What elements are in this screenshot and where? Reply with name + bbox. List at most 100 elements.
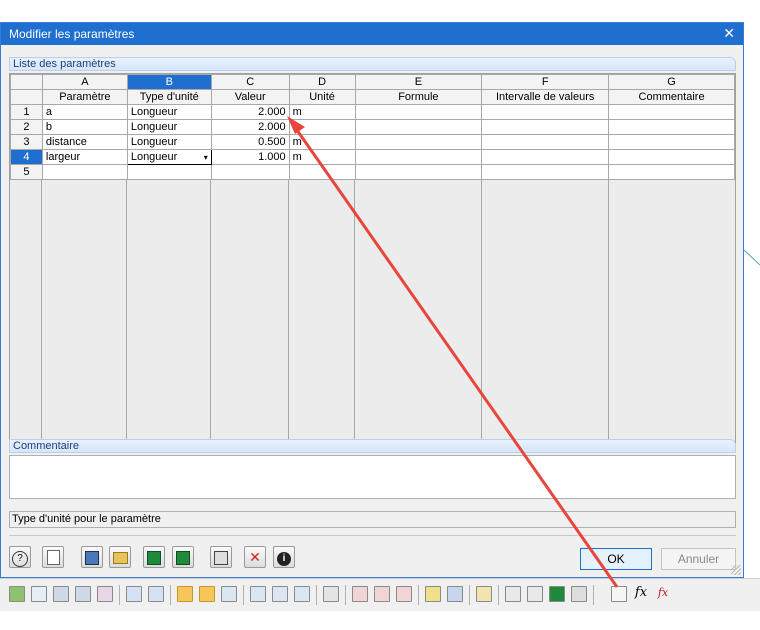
col-letter-e[interactable]: E: [354, 74, 483, 90]
toolbar-refresh-icon[interactable]: [221, 586, 237, 602]
comment-cell[interactable]: [608, 134, 735, 150]
unit-type-cell[interactable]: Longueur: [126, 119, 212, 135]
toolbar-graph-icon[interactable]: [97, 586, 113, 602]
col-letter-a[interactable]: A: [41, 74, 128, 90]
value-cell[interactable]: 2.000: [210, 119, 290, 135]
value-cell[interactable]: 2.000: [210, 104, 290, 120]
param-cell[interactable]: largeur: [41, 149, 128, 165]
toolbar-grid-icon[interactable]: [447, 586, 463, 602]
open-button[interactable]: [109, 546, 131, 568]
formula-cell[interactable]: [354, 119, 483, 135]
formula-cell[interactable]: [354, 164, 483, 180]
value-cell[interactable]: [210, 164, 290, 180]
formula-cell[interactable]: [354, 104, 483, 120]
unit-type-cell[interactable]: [126, 164, 212, 180]
comment-textarea[interactable]: [9, 455, 736, 499]
column-header-row: Paramètre Type d'unité Valeur Unité Form…: [10, 89, 735, 105]
toolbar-chart-icon[interactable]: [9, 586, 25, 602]
help-button[interactable]: ?: [9, 546, 31, 568]
col-header-unite: Unité: [288, 89, 356, 105]
toolbar-insert-right-icon[interactable]: [396, 586, 412, 602]
cancel-button[interactable]: Annuler: [661, 548, 736, 570]
toolbar-print-icon[interactable]: [505, 586, 521, 602]
toolbar-table-icon[interactable]: [425, 586, 441, 602]
table-row[interactable]: 3 distance Longueur 0.500 m: [10, 134, 735, 150]
param-cell[interactable]: a: [41, 104, 128, 120]
row-number[interactable]: 3: [10, 134, 43, 150]
toolbar-excel-icon[interactable]: [549, 586, 565, 602]
toolbar-link-icon[interactable]: [527, 586, 543, 602]
edit-button[interactable]: [42, 546, 64, 568]
row-number[interactable]: 2: [10, 119, 43, 135]
range-cell[interactable]: [481, 134, 610, 150]
row-number[interactable]: 4: [10, 149, 43, 165]
unit-cell[interactable]: m: [288, 134, 356, 150]
toolbar-insert-left-icon[interactable]: [374, 586, 390, 602]
col-letter-f[interactable]: F: [481, 74, 610, 90]
toolbar-calculator-icon[interactable]: [571, 586, 587, 602]
toolbar-redo-icon[interactable]: [199, 586, 215, 602]
corner-cell-2: [10, 89, 43, 105]
toolbar-zoom-fit-icon[interactable]: [294, 586, 310, 602]
col-letter-g[interactable]: G: [608, 74, 735, 90]
comment-cell[interactable]: [608, 164, 735, 180]
formula-cell[interactable]: [354, 134, 483, 150]
unit-type-cell[interactable]: Longueur: [126, 104, 212, 120]
toolbar-zoom-out-icon[interactable]: [272, 586, 288, 602]
ok-button[interactable]: OK: [580, 548, 652, 570]
excel-import-button[interactable]: [172, 546, 194, 568]
unit-cell[interactable]: m: [288, 119, 356, 135]
toolbar-import-icon[interactable]: [126, 586, 142, 602]
chevron-down-icon[interactable]: ▾: [204, 151, 208, 164]
table-row-empty[interactable]: 5: [10, 164, 735, 180]
formula-cell[interactable]: [354, 149, 483, 165]
toolbar-cut-icon[interactable]: [352, 586, 368, 602]
col-letter-b[interactable]: B: [126, 74, 212, 90]
comment-cell[interactable]: [608, 104, 735, 120]
unit-cell[interactable]: m: [288, 149, 356, 165]
info-button[interactable]: i: [273, 546, 295, 568]
toolbar-cancel-icon[interactable]: [323, 586, 339, 602]
value-cell[interactable]: 1.000: [210, 149, 290, 165]
toolbar-zoom-in-icon[interactable]: [250, 586, 266, 602]
toolbar-undo-icon[interactable]: [177, 586, 193, 602]
unit-type-combobox[interactable]: Longueur ▾: [126, 149, 212, 165]
col-letter-d[interactable]: D: [288, 74, 356, 90]
comment-cell[interactable]: [608, 149, 735, 165]
range-cell[interactable]: [481, 164, 610, 180]
toolbar-export-icon[interactable]: [148, 586, 164, 602]
calculator-button[interactable]: [210, 546, 232, 568]
toolbar-fx-delete-icon[interactable]: fx: [655, 586, 671, 602]
col-letter-c[interactable]: C: [210, 74, 290, 90]
toolbar-edit-icon[interactable]: [476, 586, 492, 602]
range-cell[interactable]: [481, 149, 610, 165]
param-cell[interactable]: [41, 164, 128, 180]
row-number[interactable]: 1: [10, 104, 43, 120]
save-button[interactable]: [81, 546, 103, 568]
param-cell[interactable]: b: [41, 119, 128, 135]
toolbar-separator: [119, 585, 120, 605]
range-cell[interactable]: [481, 104, 610, 120]
table-row[interactable]: 2 b Longueur 2.000 m: [10, 119, 735, 135]
parameter-grid[interactable]: A B C D E F G Paramètre Type d'unité Val…: [9, 73, 736, 449]
table-row-selected[interactable]: 4 largeur Longueur ▾ 1.000 m: [10, 149, 735, 165]
value-cell[interactable]: 0.500: [210, 134, 290, 150]
close-icon[interactable]: ✕: [723, 25, 735, 42]
excel-export-button[interactable]: [143, 546, 165, 568]
unit-cell[interactable]: m: [288, 104, 356, 120]
unit-type-cell[interactable]: Longueur: [126, 134, 212, 150]
unit-cell[interactable]: [288, 164, 356, 180]
row-number[interactable]: 5: [10, 164, 43, 180]
delete-button[interactable]: ✕: [244, 546, 266, 568]
toolbar-table-down-icon[interactable]: [53, 586, 69, 602]
toolbar-edit-parameters-icon[interactable]: [611, 586, 627, 602]
toolbar-table-add-icon[interactable]: [31, 586, 47, 602]
range-cell[interactable]: [481, 119, 610, 135]
table-row[interactable]: 1 a Longueur 2.000 m: [10, 104, 735, 120]
resize-grip[interactable]: [731, 565, 741, 575]
toolbar-fx-icon[interactable]: fx: [633, 586, 649, 602]
toolbar-table-filter-icon[interactable]: [75, 586, 91, 602]
toolbar-separator: [469, 585, 470, 605]
comment-cell[interactable]: [608, 119, 735, 135]
param-cell[interactable]: distance: [41, 134, 128, 150]
